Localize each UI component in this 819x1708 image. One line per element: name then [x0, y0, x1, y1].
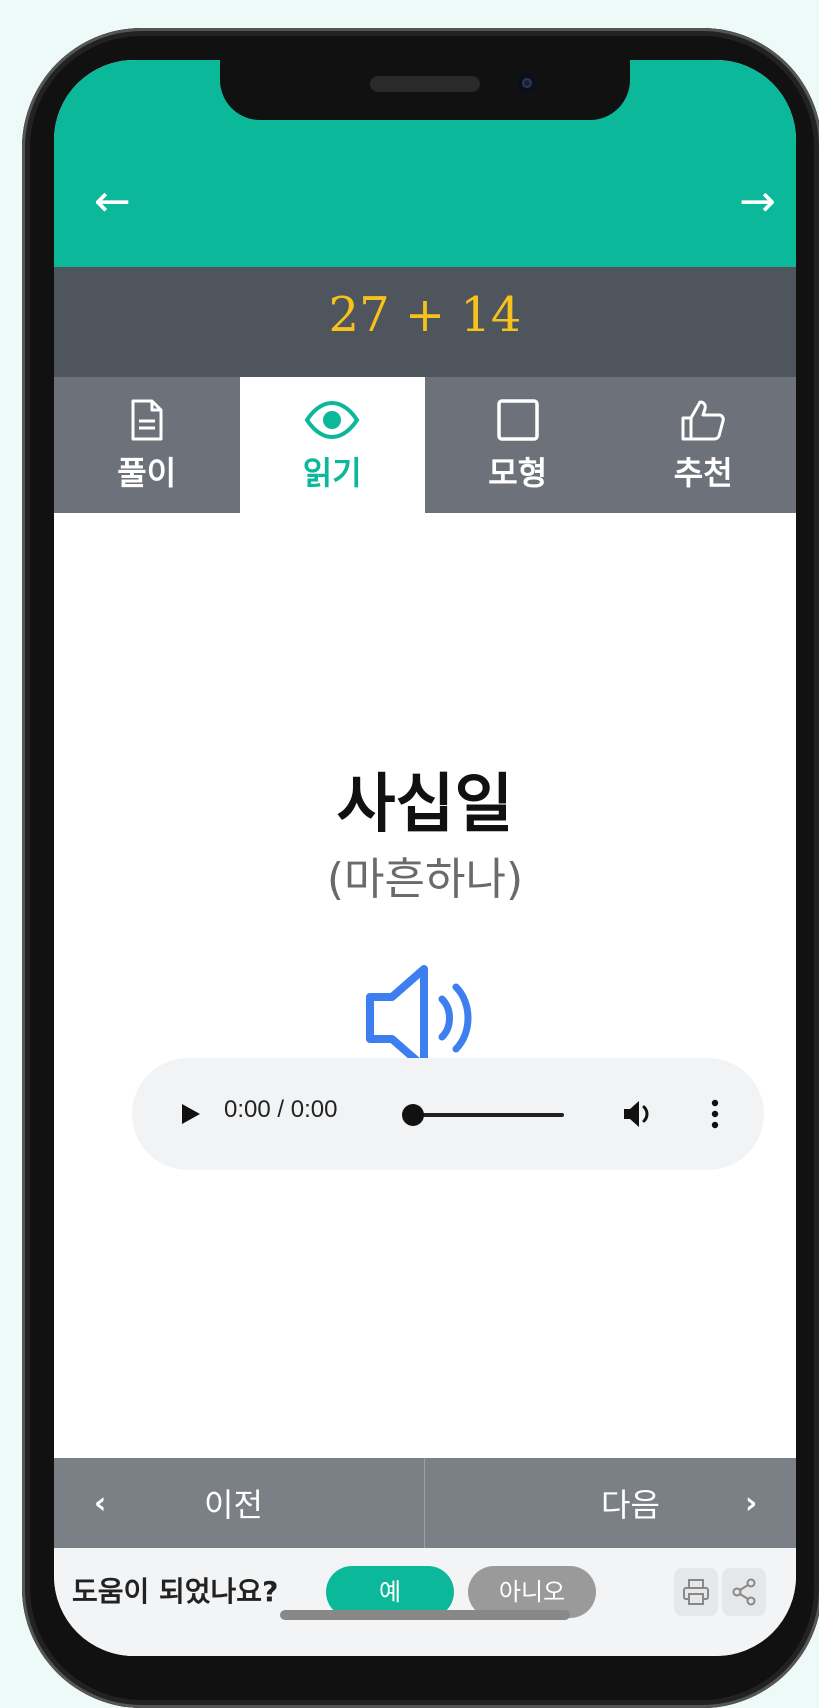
phone-notch — [220, 60, 630, 120]
audio-progress-knob[interactable] — [402, 1104, 424, 1126]
feedback-bar: 도움이 되었나요? 예 아니오 — [54, 1548, 796, 1656]
share-button[interactable] — [722, 1568, 766, 1616]
printer-icon — [683, 1579, 709, 1605]
problem-bar: 27 + 14 — [54, 267, 796, 377]
tab-label: 풀이 — [117, 454, 177, 492]
tab-bar: 풀이 읽기 모형 추천 — [54, 377, 796, 513]
share-icon — [732, 1578, 756, 1606]
play-icon[interactable] — [176, 1096, 206, 1132]
problem-expression: 27 + 14 — [328, 287, 522, 343]
footer-navigation: ‹ 이전 다음 › — [54, 1458, 796, 1548]
more-options-icon[interactable] — [710, 1096, 720, 1132]
tab-label: 추천 — [673, 454, 733, 492]
app-screen: ← → 27 + 14 풀이 읽기 모형 추천 사십일 (마흔하나) 0:00 … — [54, 60, 796, 1656]
tab-recommend[interactable]: 추천 — [611, 377, 797, 513]
chevron-right-icon: › — [745, 1485, 758, 1521]
thumbs-up-icon — [680, 396, 726, 444]
audio-time: 0:00 / 0:00 — [224, 1096, 338, 1123]
volume-icon[interactable] — [620, 1096, 656, 1132]
print-button[interactable] — [674, 1568, 718, 1616]
tab-solution[interactable]: 풀이 — [54, 377, 240, 513]
reading-panel: 사십일 (마흔하나) 0:00 / 0:00 — [54, 513, 796, 1458]
chevron-left-icon: ‹ — [94, 1485, 107, 1521]
next-label: 다음 — [601, 1486, 660, 1524]
audio-progress-track[interactable] — [414, 1113, 564, 1117]
audio-player: 0:00 / 0:00 — [132, 1058, 764, 1170]
tab-label: 모형 — [488, 454, 548, 492]
square-icon — [496, 396, 540, 444]
feedback-question: 도움이 되었나요? — [72, 1575, 279, 1608]
prev-label: 이전 — [204, 1486, 263, 1524]
document-icon — [130, 396, 164, 444]
tab-label: 읽기 — [302, 454, 362, 492]
earpiece-speaker — [370, 76, 480, 92]
forward-arrow-icon[interactable]: → — [739, 180, 776, 224]
prev-button[interactable]: ‹ 이전 — [54, 1458, 425, 1548]
front-camera — [516, 72, 538, 94]
back-arrow-icon[interactable]: ← — [94, 180, 131, 224]
reading-main-text: 사십일 — [336, 768, 514, 842]
tab-model[interactable]: 모형 — [425, 377, 611, 513]
next-button[interactable]: 다음 › — [425, 1458, 795, 1548]
tab-reading[interactable]: 읽기 — [239, 377, 425, 513]
reading-sub-text: (마흔하나) — [326, 854, 524, 905]
speaker-icon[interactable] — [364, 963, 484, 1073]
eye-icon — [304, 396, 360, 444]
home-indicator[interactable] — [280, 1610, 570, 1620]
